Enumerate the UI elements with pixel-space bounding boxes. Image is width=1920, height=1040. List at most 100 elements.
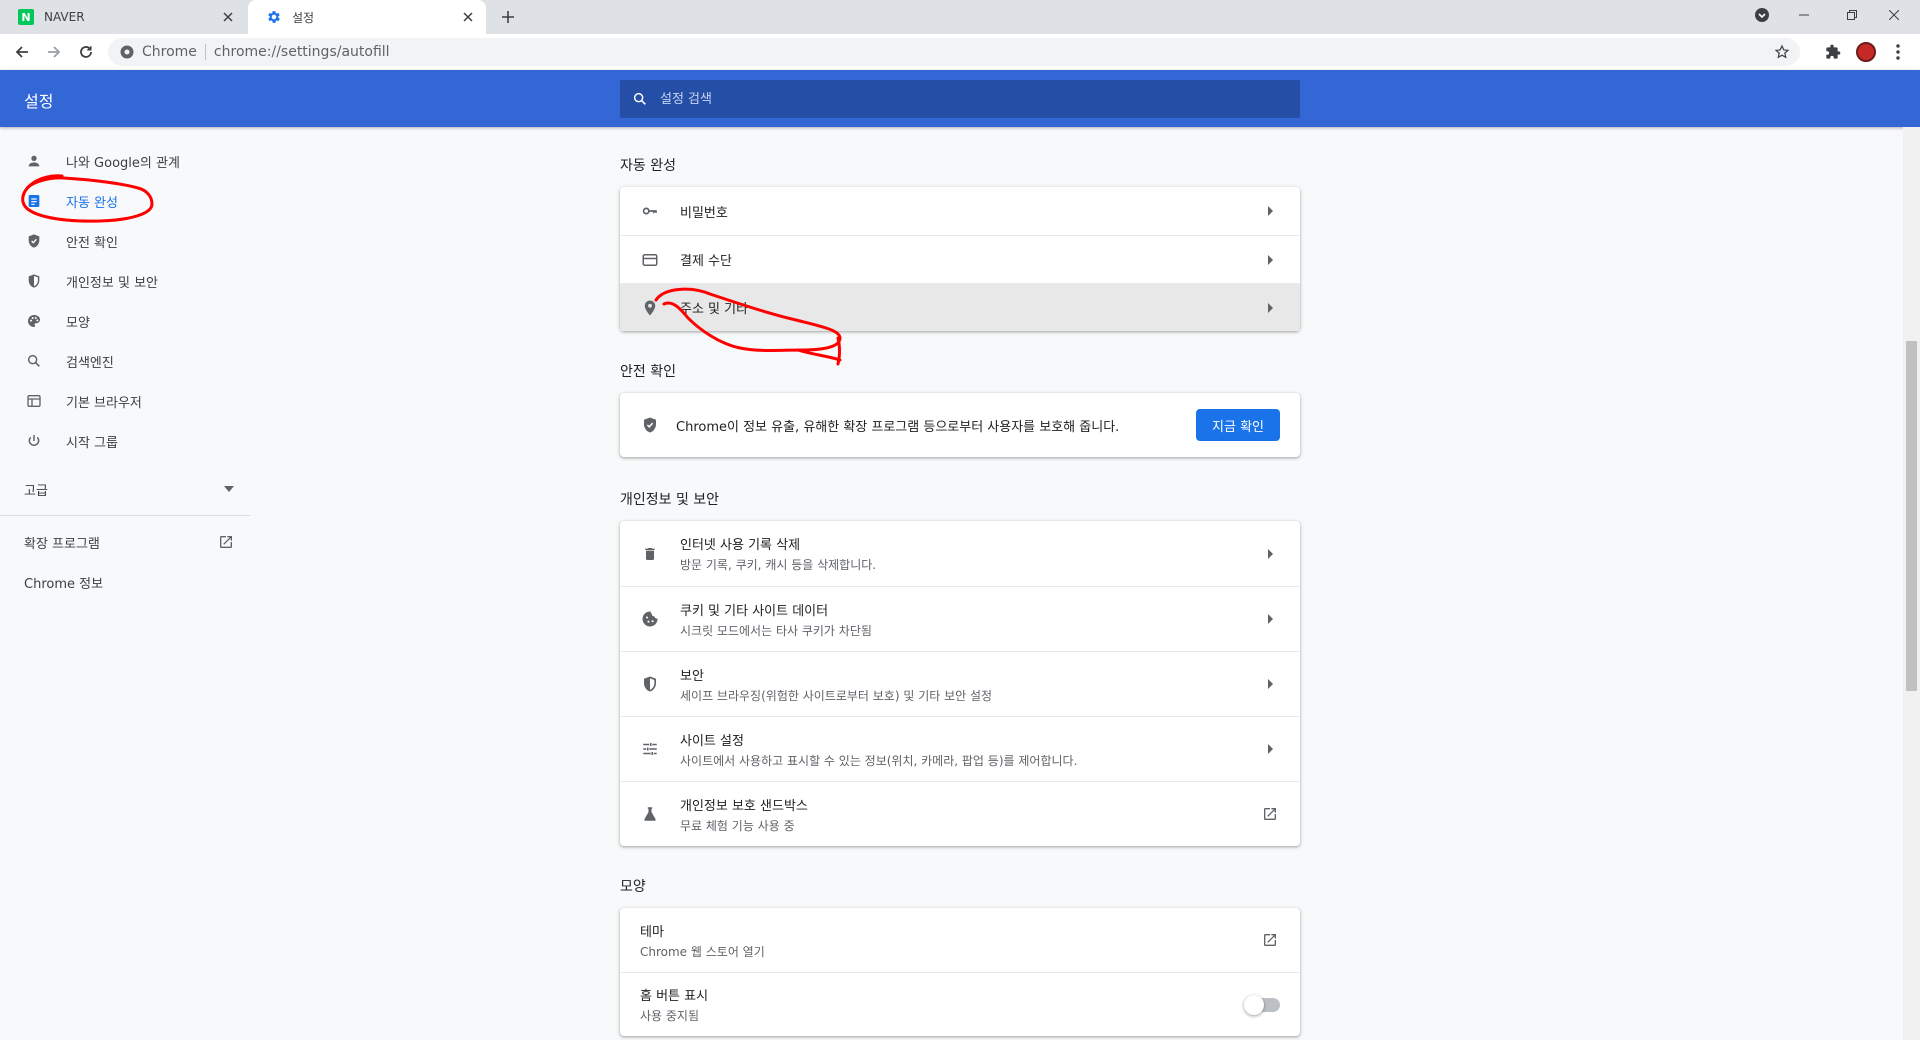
arrow-right-icon (1260, 544, 1280, 564)
privacy-row-privacy-sandbox[interactable]: 개인정보 보호 샌드박스 무료 체험 기능 사용 중 (620, 781, 1300, 846)
sidebar-about-chrome[interactable]: Chrome 정보 (0, 562, 250, 602)
credit-card-icon (640, 250, 660, 270)
row-subtitle: 시크릿 모드에서는 타사 쿠키가 차단됨 (680, 623, 872, 638)
arrow-right-icon (1260, 201, 1280, 221)
check-now-button[interactable]: 지금 확인 (1196, 409, 1280, 441)
sidebar-item-label: 시작 그룹 (66, 435, 118, 451)
sidebar-item-autofill[interactable]: 자동 완성 (0, 181, 250, 221)
page-title: 설정 (24, 92, 54, 111)
open-in-new-icon (218, 534, 234, 550)
sidebar-item-label: 자동 완성 (66, 195, 118, 211)
profile-avatar[interactable] (1856, 42, 1876, 62)
chrome-logo-icon (120, 45, 134, 59)
safety-check-card: Chrome이 정보 유출, 유해한 확장 프로그램 등으로부터 사용자를 보호… (620, 393, 1300, 457)
arrow-right-icon (1260, 739, 1280, 759)
home-button-toggle[interactable] (1244, 994, 1280, 1015)
main-content: 자동 완성 비밀번호 결제 수단 주소 및 기타 안전 확인 Chrome이 정… (620, 127, 1300, 1036)
sidebar-item-label: 검색엔진 (66, 355, 114, 371)
forward-button[interactable] (44, 42, 64, 62)
privacy-row-security[interactable]: 보안 세이프 브라우징(위험한 사이트로부터 보호) 및 기타 보안 설정 (620, 651, 1300, 716)
row-title: 보안 (680, 668, 704, 684)
tab-title: NAVER (44, 10, 85, 24)
tab-naver[interactable]: N NAVER (0, 0, 246, 34)
toggle-knob (1244, 994, 1264, 1015)
shield-check-icon (640, 415, 660, 435)
settings-search[interactable] (620, 80, 1300, 118)
autofill-row-passwords[interactable]: 비밀번호 (620, 187, 1300, 235)
location-pin-icon (640, 298, 660, 318)
open-in-new-icon (1260, 930, 1280, 950)
row-subtitle: 사용 중지됨 (640, 1009, 700, 1023)
close-icon[interactable] (220, 9, 236, 25)
sidebar-item-on-startup[interactable]: 시작 그룹 (0, 421, 250, 461)
row-title: 개인정보 보호 샌드박스 (680, 798, 808, 814)
sidebar-item-appearance[interactable]: 모양 (0, 301, 250, 341)
section-title-appearance: 모양 (620, 879, 646, 895)
key-icon (640, 201, 660, 221)
more-vert-icon[interactable] (1888, 42, 1908, 62)
sidebar-item-default-browser[interactable]: 기본 브라우저 (0, 381, 250, 421)
privacy-row-site-settings[interactable]: 사이트 설정 사이트에서 사용하고 표시할 수 있는 정보(위치, 카메라, 팝… (620, 716, 1300, 781)
back-button[interactable] (12, 42, 32, 62)
window-close-button[interactable] (1866, 0, 1920, 30)
autofill-row-addresses[interactable]: 주소 및 기타 (620, 283, 1300, 331)
tab-title: 설정 (292, 10, 315, 25)
browser-window-icon (24, 391, 44, 411)
palette-icon (24, 311, 44, 331)
sidebar: 나와 Google의 관계 자동 완성 안전 확인 개인정보 및 보안 모양 검… (0, 127, 250, 1040)
address-bar[interactable]: Chrome chrome://settings/autofill (108, 38, 1800, 66)
sidebar-extensions-link[interactable]: 확장 프로그램 (0, 522, 250, 562)
search-icon (24, 351, 44, 371)
row-subtitle: 무료 체험 기능 사용 중 (680, 818, 795, 833)
close-icon[interactable] (460, 9, 476, 25)
sidebar-item-you-and-google[interactable]: 나와 Google의 관계 (0, 141, 250, 181)
privacy-row-cookies[interactable]: 쿠키 및 기타 사이트 데이터 시크릿 모드에서는 타사 쿠키가 차단됨 (620, 586, 1300, 651)
row-title: 사이트 설정 (680, 733, 744, 749)
row-label: 결제 수단 (680, 254, 732, 269)
page-scrollbar[interactable] (1903, 127, 1920, 1040)
sidebar-item-label: 기본 브라우저 (66, 395, 142, 411)
arrow-right-icon (1260, 298, 1280, 318)
sidebar-advanced[interactable]: 고급 (0, 469, 250, 509)
row-label: 주소 및 기타 (680, 302, 749, 317)
search-icon (632, 91, 648, 107)
scrollbar-thumb[interactable] (1906, 341, 1917, 691)
arrow-right-icon (1260, 674, 1280, 694)
sidebar-item-search-engine[interactable]: 검색엔진 (0, 341, 250, 381)
new-tab-button[interactable] (498, 7, 518, 27)
divider (0, 515, 250, 516)
safety-check-row: Chrome이 정보 유출, 유해한 확장 프로그램 등으로부터 사용자를 보호… (620, 393, 1300, 457)
browser-toolbar: Chrome chrome://settings/autofill (0, 34, 1920, 70)
divider (204, 44, 206, 60)
sidebar-item-privacy[interactable]: 개인정보 및 보안 (0, 261, 250, 301)
puzzle-icon[interactable] (1823, 42, 1843, 62)
search-input[interactable] (660, 91, 1260, 107)
arrow-right-icon (1260, 609, 1280, 629)
sidebar-about-label: Chrome 정보 (24, 576, 104, 592)
tab-strip: N NAVER 설정 (0, 0, 1920, 34)
sidebar-item-label: 개인정보 및 보안 (66, 275, 158, 291)
person-icon (24, 151, 44, 171)
row-subtitle: 세이프 브라우징(위험한 사이트로부터 보호) 및 기타 보안 설정 (680, 688, 993, 703)
sidebar-item-safety-check[interactable]: 안전 확인 (0, 221, 250, 261)
section-title-autofill: 자동 완성 (620, 158, 676, 174)
sidebar-item-label: 모양 (66, 315, 90, 331)
privacy-card: 인터넷 사용 기록 삭제 방문 기록, 쿠키, 캐시 등을 삭제합니다. 쿠키 … (620, 521, 1300, 846)
autofill-card: 비밀번호 결제 수단 주소 및 기타 (620, 187, 1300, 331)
row-label: 비밀번호 (680, 205, 728, 221)
cookie-icon (640, 609, 660, 629)
privacy-row-clear-browsing-data[interactable]: 인터넷 사용 기록 삭제 방문 기록, 쿠키, 캐시 등을 삭제합니다. (620, 521, 1300, 586)
shield-check-icon (24, 231, 44, 251)
power-icon (24, 431, 44, 451)
url-text[interactable]: chrome://settings/autofill (214, 44, 390, 60)
reload-button[interactable] (76, 42, 96, 62)
star-icon[interactable] (1774, 44, 1790, 60)
settings-header: 설정 (0, 70, 1920, 127)
row-subtitle: Chrome 웹 스토어 열기 (640, 944, 765, 959)
autofill-row-payment-methods[interactable]: 결제 수단 (620, 235, 1300, 283)
appearance-row-home-button[interactable]: 홈 버튼 표시 사용 중지됨 (620, 972, 1300, 1036)
row-title: 홈 버튼 표시 (640, 989, 709, 1004)
clipboard-icon (24, 191, 44, 211)
appearance-row-theme[interactable]: 테마 Chrome 웹 스토어 열기 (620, 908, 1300, 972)
tab-settings[interactable]: 설정 (248, 0, 486, 34)
